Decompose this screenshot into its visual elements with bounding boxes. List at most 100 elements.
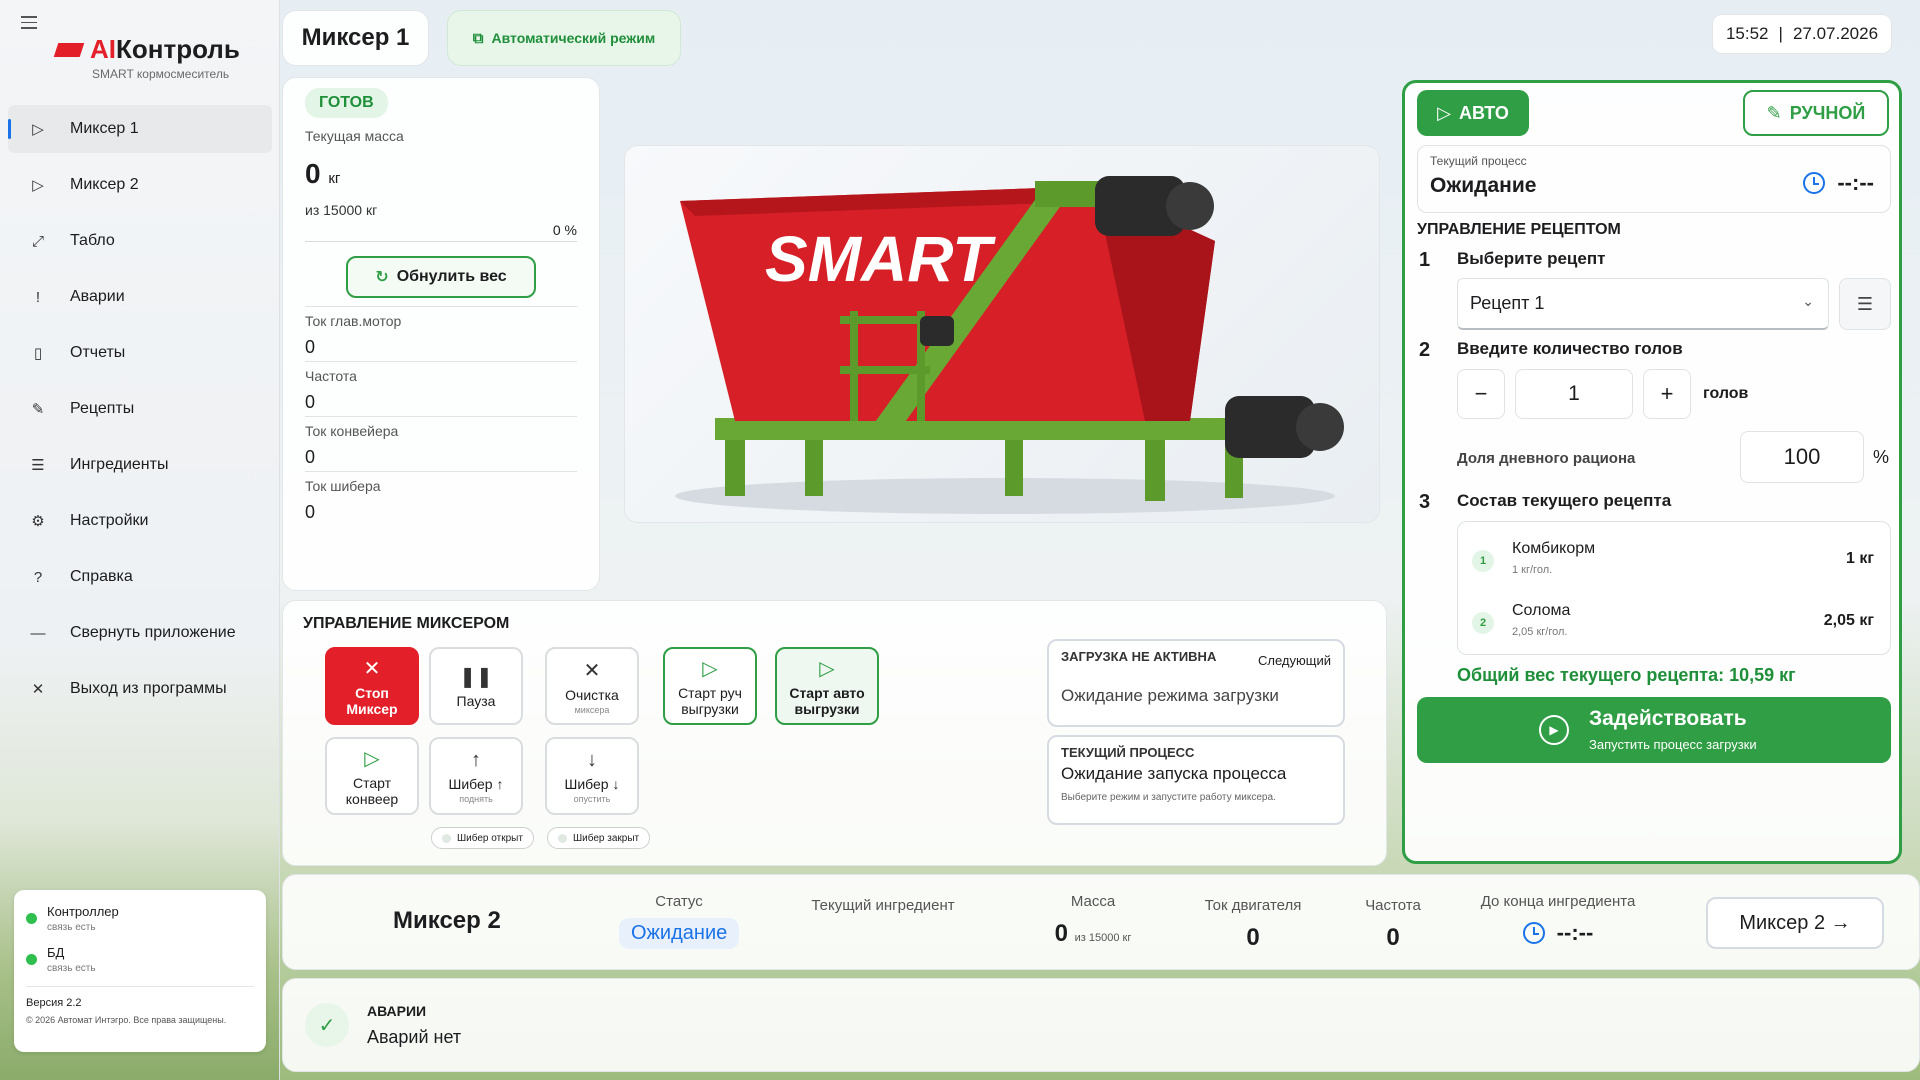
button-label: Шибер ↑ [448, 775, 504, 792]
mode-label: Автоматический режим [491, 30, 656, 46]
clean-mixer-button[interactable]: ✕ Очистка миксера [545, 647, 639, 725]
status-name: Контроллер [47, 904, 119, 919]
reset-weight-button[interactable]: ↻ Обнулить вес [346, 256, 536, 298]
sidebar-item-exit[interactable]: ✕ Выход из программы [8, 665, 272, 713]
indicator-label: Шибер закрыт [573, 832, 640, 844]
step-3-label: Состав текущего рецепта [1457, 491, 1672, 510]
apply-recipe-button[interactable]: ▶ Задействовать Запустить процесс загруз… [1417, 697, 1891, 763]
sidebar-item-alarms[interactable]: ! Аварии [8, 273, 272, 321]
clock-icon [1522, 922, 1545, 944]
column-header: Текущий ингредиент [811, 897, 955, 914]
metric-main-motor: Ток глав.мотор 0 [305, 306, 577, 361]
metric-frequency: Частота 0 [305, 361, 577, 416]
process-hint: Выберите режим и запустите работу миксер… [1061, 792, 1276, 803]
ingredient-weight: 2,05 кг [1823, 612, 1874, 629]
current-process-box: ТЕКУЩИЙ ПРОЦЕСС Ожидание запуска процесс… [1047, 735, 1345, 825]
sidebar-item-label: Отчеты [70, 344, 126, 361]
button-label: выгрузки [794, 700, 860, 717]
sidebar-item-help[interactable]: ? Справка [8, 553, 272, 601]
column-header: До конца ингредиента [1480, 893, 1636, 910]
metric-label: Ток конвейера [305, 423, 399, 439]
auto-mode-chip[interactable]: ⧉ Автоматический режим [447, 10, 681, 66]
button-sublabel: Запустить процесс загрузки [1589, 737, 1757, 752]
mass-capacity: из 15000 кг [1074, 932, 1132, 944]
reset-label: Обнулить вес [396, 268, 507, 285]
sidebar-item-minimize[interactable]: — Свернуть приложение [8, 609, 272, 657]
mass-card: ГОТОВ Текущая масса 0 кг из 15000 кг 0 %… [282, 77, 600, 591]
sidebar-item-label: Настройки [70, 512, 149, 529]
metric-value: 0 [305, 337, 316, 357]
mass-percent: 0 % [552, 222, 577, 238]
stop-mixer-button[interactable]: ✕ Стоп Миксер [325, 647, 419, 725]
recipe-select[interactable]: Рецепт 1 ⌄ [1457, 278, 1829, 330]
sidebar-item-mixer-2[interactable]: ▷ Миксер 2 [8, 161, 272, 209]
mixer-2-summary: Миксер 2 Статус Ожидание Текущий ингреди… [282, 874, 1920, 970]
question-icon: ? [33, 568, 43, 586]
button-sublabel: поднять [459, 793, 493, 804]
recipe-panel: ▷ АВТО ✎ РУЧНОЙ Текущий процесс Ожидание… [1402, 80, 1902, 864]
sidebar-item-label: Рецепты [70, 400, 135, 417]
mixer-2-time-left: До конца ингредиента --:-- [1468, 893, 1648, 946]
sidebar-item-reports[interactable]: ▯ Отчеты [8, 329, 272, 377]
arrow-up-icon: ↑ [471, 748, 481, 771]
sidebar-item-ingredients[interactable]: ☰ Ингредиенты [8, 441, 272, 489]
auto-mode-button[interactable]: ▷ АВТО [1417, 90, 1529, 136]
ingredient-number: 1 [1472, 550, 1494, 572]
hamburger-menu-icon[interactable] [21, 16, 37, 29]
sidebar: AI Контроль SMART кормосмеситель ▷ Миксе… [0, 0, 280, 1080]
button-label: Задействовать [1589, 707, 1747, 730]
play-icon: ▷ [1437, 102, 1451, 123]
play-icon: ▶ [1539, 715, 1569, 745]
close-icon: ✕ [31, 681, 45, 698]
ratio-input[interactable]: 100 [1740, 431, 1864, 483]
heads-unit: голов [1703, 385, 1749, 402]
sidebar-item-settings[interactable]: ⚙ Настройки [8, 497, 272, 545]
wrench-icon: ✎ [1766, 102, 1782, 123]
step-3-number: 3 [1419, 491, 1431, 513]
recipe-section-title: УПРАВЛЕНИЕ РЕЦЕПТОМ [1417, 221, 1621, 238]
sidebar-item-label: Свернуть приложение [70, 624, 236, 641]
ingredient-rate: 2,05 кг/гол. [1512, 626, 1568, 638]
metric-value: 0 [305, 502, 316, 522]
ingredient-name: Солома [1512, 602, 1571, 619]
mixer-2-mass: Масса 0 из 15000 кг [1023, 893, 1163, 948]
list-item: 2 Солома 2,05 кг/гол. 2,05 кг [1472, 602, 1882, 648]
button-label: Пауза [456, 692, 496, 709]
sidebar-item-label: Табло [70, 232, 115, 249]
clock-time: 15:52 [1725, 24, 1769, 43]
decrement-button[interactable]: − [1457, 369, 1505, 419]
heads-count-input[interactable]: 1 [1515, 369, 1633, 419]
play-icon: ▷ [32, 177, 44, 194]
list-icon: ☰ [31, 457, 45, 474]
ingredient-name: Комбикорм [1512, 540, 1596, 557]
gate-up-button[interactable]: ↑ Шибер ↑ поднять [429, 737, 523, 815]
manual-mode-button[interactable]: ✎ РУЧНОЙ [1743, 90, 1889, 136]
mixer-2-status: Статус Ожидание [619, 893, 740, 949]
loading-status-text: Ожидание режима загрузки [1061, 686, 1279, 705]
start-auto-unload-button[interactable]: ▷ Старт авто выгрузки [775, 647, 879, 725]
button-label: Старт [352, 774, 392, 791]
sidebar-item-board[interactable]: ⤢ Табло [8, 217, 272, 265]
document-icon: ▯ [33, 345, 43, 362]
copyright-text: © 2026 Автомат Интэгро. Все права защище… [26, 1015, 227, 1025]
metric-label: Частота [305, 368, 357, 384]
expand-icon: ⤢ [31, 232, 44, 250]
status-sub: связь есть [47, 922, 96, 933]
column-header: Ток двигателя [1204, 897, 1302, 914]
start-conveyor-button[interactable]: ▷ Старт конвеер [325, 737, 419, 815]
increment-button[interactable]: + [1643, 369, 1691, 419]
gate-down-button[interactable]: ↓ Шибер ↓ опустить [545, 737, 639, 815]
metric-value: 0 [305, 392, 316, 412]
pause-button[interactable]: ❚❚ Пауза [429, 647, 523, 725]
sidebar-item-recipes[interactable]: ✎ Рецепты [8, 385, 272, 433]
sidebar-nav: ▷ Миксер 1 ▷ Миксер 2 ⤢ Табло ! Аварии ▯… [8, 105, 272, 721]
metric-gate: Ток шибера 0 [305, 471, 577, 526]
button-label: Старт авто [789, 684, 865, 701]
sidebar-item-mixer-1[interactable]: ▷ Миксер 1 [8, 105, 272, 153]
start-manual-unload-button[interactable]: ▷ Старт руч выгрузки [663, 647, 757, 725]
connection-status-card: Контроллер связь есть БД связь есть Верс… [14, 890, 266, 1052]
sidebar-item-label: Ингредиенты [70, 456, 169, 473]
recipe-list-button[interactable]: ☰ [1839, 278, 1891, 330]
list-icon: ☰ [1856, 293, 1874, 314]
open-mixer-2-button[interactable]: Миксер 2 → [1706, 897, 1884, 949]
